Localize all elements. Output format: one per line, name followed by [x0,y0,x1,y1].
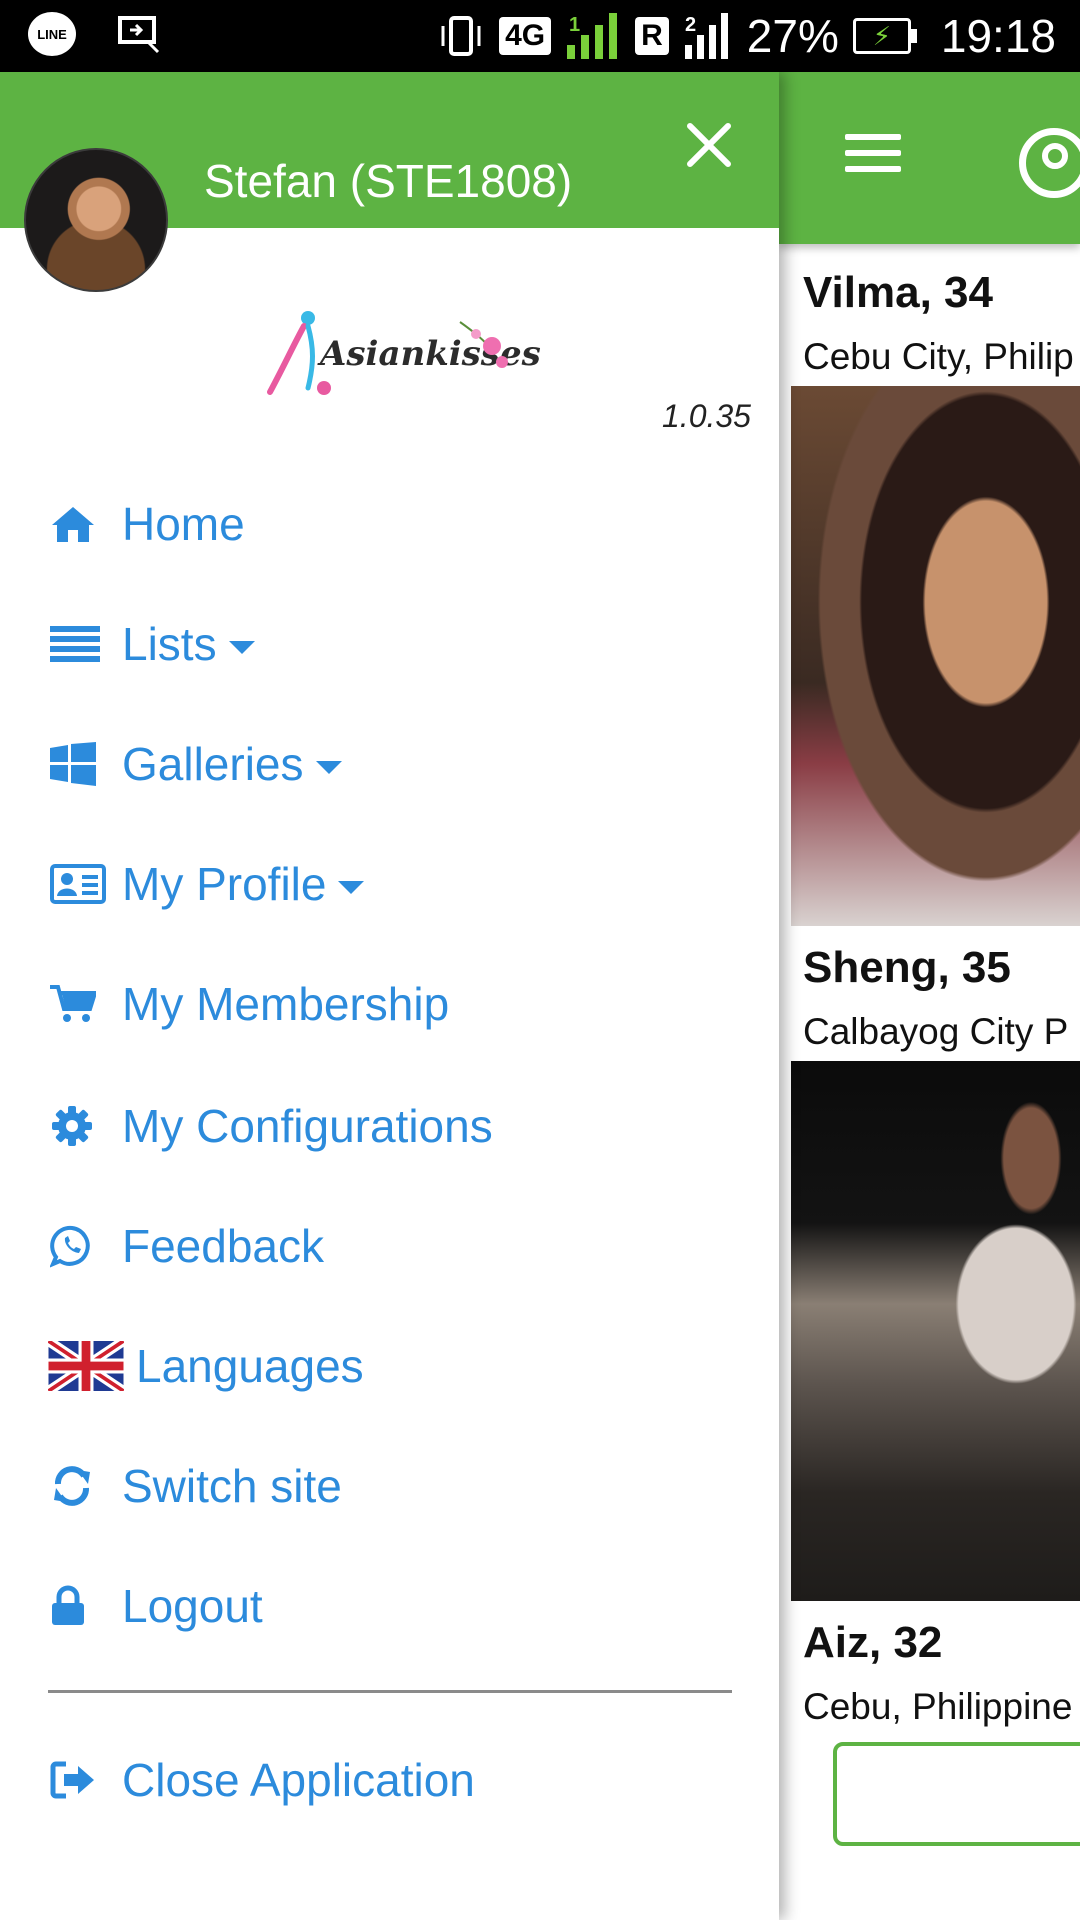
chevron-down-icon [338,880,365,894]
svg-text:1: 1 [569,14,580,36]
menu-item-galleries[interactable]: Galleries [50,724,342,804]
menu-item-my-membership[interactable]: My Membership [50,964,449,1044]
menu-item-label: My Membership [122,978,450,1030]
chevron-down-icon [315,760,342,774]
profile-name: Aiz, 32 [803,1618,943,1667]
roaming-badge: R [635,17,669,55]
profile-list-screen: Vilma, 34 Cebu City, Philip Sheng, 35 Ca… [779,72,1080,1920]
menu-item-label: My Configurations [122,1100,493,1152]
menu-item-label: Switch site [122,1460,342,1512]
profile-name: Vilma, 34 [803,268,993,317]
signal-sim2-icon: 2 [684,13,728,59]
screen-cast-icon [118,16,160,54]
menu-item-languages[interactable]: Languages [48,1326,364,1406]
windows-grid-icon [50,742,96,786]
home-icon [52,507,94,542]
status-bar: LINE 4G 1 R 2 27% ⚡ 19:18 [0,0,1080,72]
chevron-down-icon [228,640,255,654]
menu-item-label: Close Application [122,1754,475,1806]
menu-item-label: Galleries [122,738,304,790]
id-card-icon [50,864,106,904]
profile-photo[interactable] [791,386,1080,926]
menu-item-my-configurations[interactable]: My Configurations [50,1086,493,1166]
cart-icon [50,985,96,1022]
menu-item-feedback[interactable]: Feedback [50,1206,324,1286]
menu-divider [48,1690,732,1693]
line-app-icon: LINE [28,12,76,56]
profile-card[interactable]: Aiz, 32 Cebu, Philippine [791,1618,1080,1728]
user-name: Stefan (STE1808) [204,155,573,207]
vibrate-icon [441,16,481,56]
menu-item-switch-site[interactable]: Switch site [50,1446,342,1526]
profile-location: Calbayog City P [803,1011,1069,1052]
user-account-icon[interactable] [1019,128,1080,198]
profile-location: Cebu City, Philip [803,336,1074,377]
app-bar [779,72,1080,244]
profile-location: Cebu, Philippine [803,1686,1073,1727]
profile-name: Sheng, 35 [803,943,1011,992]
battery-percent: 27% [746,10,839,62]
navigation-drawer: Stefan (STE1808) Asiankisses 1.0.35 Home… [0,72,779,1920]
avatar[interactable] [24,148,168,292]
close-icon[interactable] [682,118,736,172]
refresh-icon [54,1466,90,1506]
menu-item-label: Logout [122,1580,263,1632]
hamburger-menu-icon[interactable] [845,134,901,182]
sign-out-icon [50,1761,94,1799]
menu-item-label: Feedback [122,1220,325,1272]
menu-item-label: Lists [122,618,217,670]
battery-charging-icon: ⚡ [852,18,917,54]
menu-item-logout[interactable]: Logout [50,1566,263,1646]
asiankisses-logo: Asiankisses [264,304,541,400]
network-type-badge: 4G [499,17,552,55]
menu-item-lists[interactable]: Lists [50,604,255,684]
profile-card[interactable]: Vilma, 34 Cebu City, Philip [791,268,1080,926]
menu-item-close-application[interactable]: Close Application [50,1740,475,1820]
menu-item-label: My Profile [122,858,327,910]
profile-photo[interactable] [791,1061,1080,1601]
app-version: 1.0.35 [662,398,751,434]
svg-text:2: 2 [685,14,696,36]
outlined-button[interactable] [833,1742,1080,1846]
menu-item-my-profile[interactable]: My Profile [50,844,365,924]
menu-item-label: Languages [136,1340,364,1392]
menu-item-label: Home [122,498,245,550]
menu-item-home[interactable]: Home [50,484,245,564]
list-icon [50,626,100,662]
uk-flag-icon [48,1341,124,1391]
signal-sim1-icon: 1 [567,13,618,59]
gear-icon [52,1106,92,1146]
whatsapp-icon [50,1225,90,1268]
profile-card[interactable]: Sheng, 35 Calbayog City P [791,943,1080,1601]
clock: 19:18 [940,10,1056,62]
lock-icon [52,1585,84,1625]
